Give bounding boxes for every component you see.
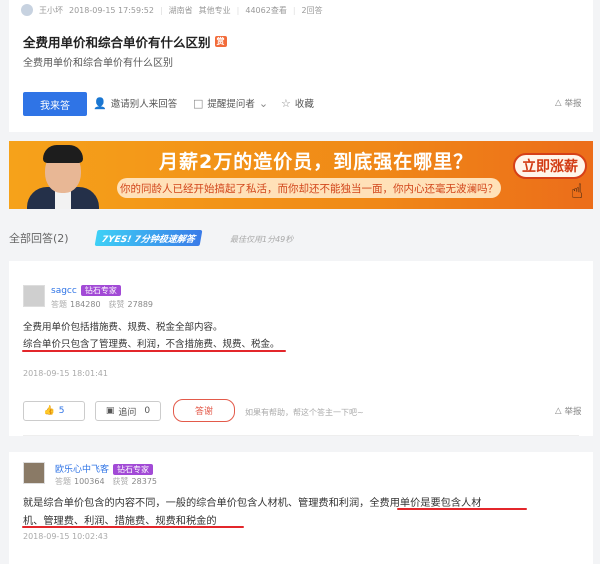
divider: | [159, 5, 163, 15]
person-hair [43, 145, 83, 163]
divider: | [236, 5, 240, 15]
likes-label: 获赞 [108, 300, 125, 309]
reward-badge: 赏 [214, 36, 227, 47]
asker-name[interactable]: 王小坏 [39, 5, 63, 16]
answerer-name[interactable]: 欧乐心中飞客 [55, 465, 109, 475]
answerer-avatar[interactable] [23, 285, 45, 307]
question-title-text: 全费用单价和综合单价有什么区别 [23, 35, 211, 50]
answers-label: 答题 [51, 300, 67, 309]
chevron-down-icon: ⌄ [258, 96, 269, 110]
like-button[interactable]: 👍 5 [23, 401, 85, 421]
answer-datetime: 2018-09-15 18:01:41 [23, 369, 108, 378]
invite-label: 邀请别人来回答 [110, 99, 178, 110]
answer-text-line: 就是综合单价包含的内容不同，一般的综合单价包含人材机、管理费和利润，全费用单价是… [23, 498, 482, 509]
report-button[interactable]: △ 举报 [555, 97, 582, 109]
divider [23, 435, 579, 436]
invite-button[interactable]: 👤 邀请别人来回答 [93, 96, 178, 111]
red-underline [22, 526, 244, 528]
question-description: 全费用单价和综合单价有什么区别 [23, 58, 173, 69]
answer-card: sagcc 钻石专家 答题 184280 获赞 27889 全费用单价包括措施费、规费、… [9, 261, 593, 436]
answer-button[interactable]: 我来答 [23, 92, 87, 116]
fast-answer-badge: 7YES! 7分钟极速解答 [94, 230, 203, 246]
warning-icon: △ [555, 406, 562, 416]
divider: | [292, 5, 296, 15]
promo-banner[interactable]: 月薪2万的造价员，到底强在哪里？ 你的同龄人已经开始搞起了私活，而你却还不能独当… [9, 141, 593, 209]
question-card: 王小坏 2018-09-15 17:59:52 | 湖南省 其他专业 | 440… [9, 0, 593, 132]
expert-badge: 钻石专家 [113, 464, 154, 475]
banner-headline: 月薪2万的造价员，到底强在哪里？ [159, 151, 474, 173]
asker-avatar[interactable] [21, 4, 33, 16]
answers-value: 184280 [70, 300, 101, 309]
answer-datetime: 2018-09-15 10:02:43 [23, 532, 108, 541]
banner-subline: 你的同龄人已经开始搞起了私活，而你却还不能独当一面，你内心还毫无波澜吗？ [117, 178, 501, 198]
answers-count-label: 全部回答(2) [9, 232, 69, 245]
red-underline [22, 350, 286, 352]
warning-icon: △ [555, 98, 562, 108]
thanks-button[interactable]: 答谢 [173, 399, 235, 422]
answerer-name[interactable]: sagcc [51, 286, 77, 296]
like-count: 5 [58, 406, 65, 416]
remind-button[interactable]: □ 提醒提问者 ⌄ [193, 96, 269, 111]
star-icon: ☆ [281, 96, 291, 110]
question-answer-count: 2回答 [301, 5, 323, 15]
answerer-name-row: sagcc 钻石专家 [51, 285, 121, 296]
answerer-stats: 答题 184280 获赞 27889 [51, 299, 161, 310]
likes-value: 27889 [127, 300, 153, 309]
favorite-label: 收藏 [294, 99, 314, 110]
report-label: 举报 [564, 99, 582, 109]
reply-button[interactable]: ▣ 追问 0 [95, 401, 161, 421]
favorite-button[interactable]: ☆ 收藏 [281, 96, 314, 111]
banner-cta-button[interactable]: 立即涨薪 [513, 153, 587, 179]
question-title: 全费用单价和综合单价有什么区别 赏 [23, 32, 227, 51]
user-icon: 👤 [93, 96, 107, 110]
answers-label: 答题 [55, 477, 71, 486]
answer-text-line: 机、管理费、利润、措施费、规费和税金的 [23, 516, 217, 527]
answerer-stats: 答题 100364 获赞 28375 [55, 476, 165, 487]
thumbs-up-icon: 👍 [43, 406, 55, 416]
pointer-hand-icon: ☝ [570, 179, 583, 203]
bell-icon: □ [193, 96, 204, 110]
red-underline [397, 508, 527, 510]
answerer-avatar[interactable] [23, 462, 45, 484]
reply-label: 追问 [118, 407, 137, 418]
likes-value: 28375 [131, 477, 157, 486]
report-label: 举报 [564, 407, 582, 417]
answer-card: 欧乐心中飞客 钻石专家 答题 100364 获赞 28375 就是综合单价包含的内容不同… [9, 452, 593, 564]
likes-label: 获赞 [112, 477, 129, 486]
remind-label: 提醒提问者 [207, 99, 255, 110]
question-location: 湖南省 [168, 5, 193, 15]
answer-text-line: 综合单价只包含了管理费、利润，不含措施费、规费、税金。 [23, 339, 280, 350]
reply-count: 0 [144, 406, 151, 416]
answer-text-line: 全费用单价包括措施费、规费、税金全部内容。 [23, 322, 223, 333]
question-meta: 王小坏 2018-09-15 17:59:52 | 湖南省 其他专业 | 440… [21, 4, 323, 16]
banner-person-image [15, 143, 107, 209]
question-datetime: 2018-09-15 17:59:52 [69, 5, 154, 15]
expert-badge: 钻石专家 [80, 285, 121, 296]
fast-answer-note: 最佳仅用1分49秒 [230, 235, 294, 244]
question-views: 44062查看 [245, 5, 287, 15]
question-category[interactable]: 其他专业 [199, 5, 231, 16]
comment-icon: ▣ [105, 406, 115, 416]
answer-report-button[interactable]: △ 举报 [555, 405, 582, 417]
answerer-name-row: 欧乐心中飞客 钻石专家 [55, 462, 154, 475]
thanks-hint: 如果有帮助，帮这个答主一下吧~ [245, 408, 364, 417]
answers-value: 100364 [74, 477, 105, 486]
